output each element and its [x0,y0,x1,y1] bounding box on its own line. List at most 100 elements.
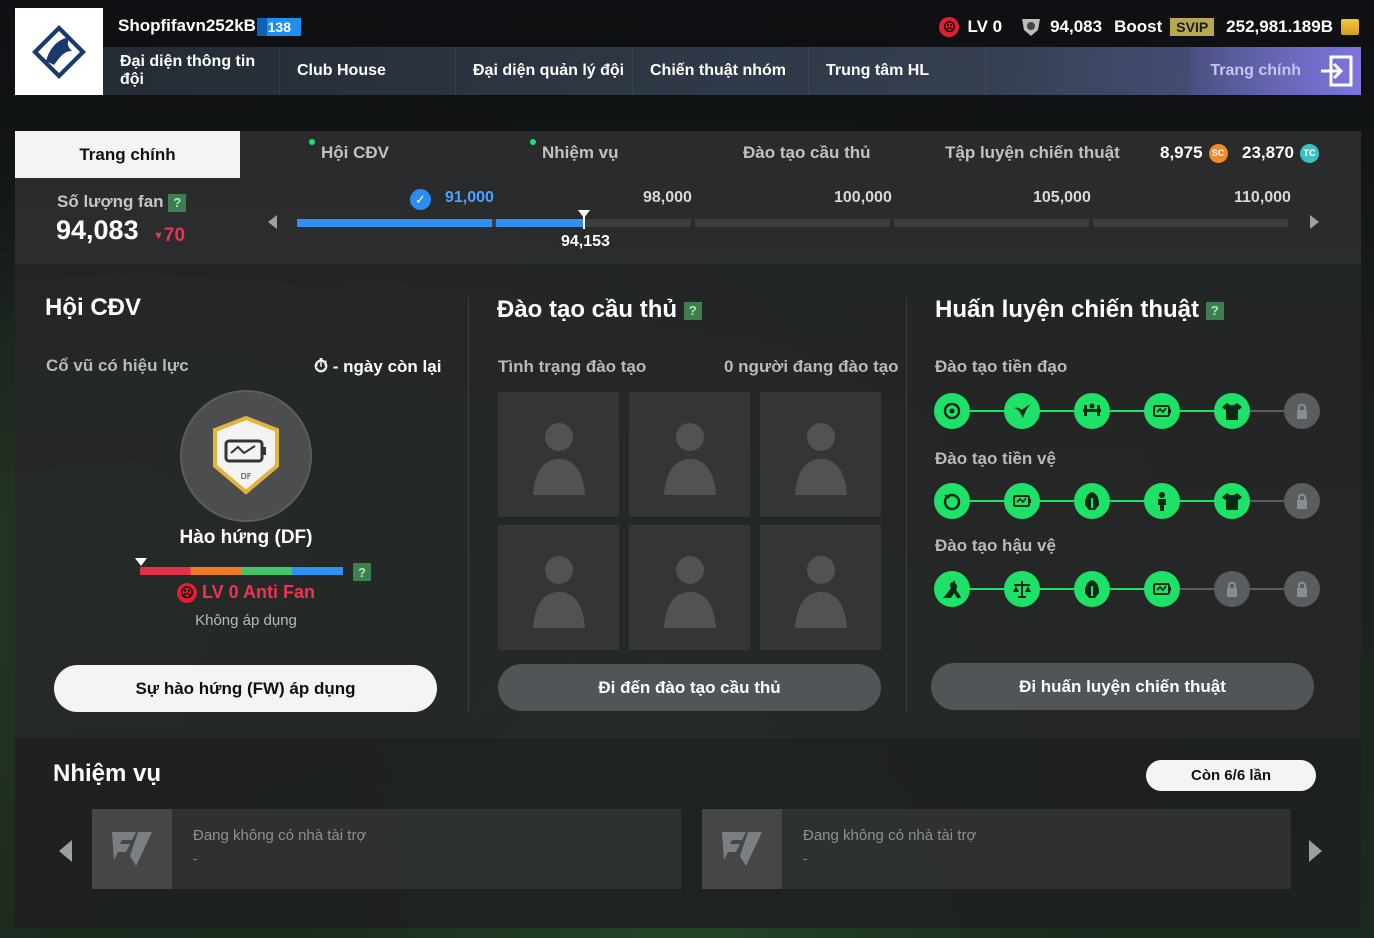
scale-icon[interactable] [1004,571,1040,607]
sad-face-icon: ☹ [176,583,197,604]
fan-delta: ▼70 [153,225,185,247]
days-left: ⏱ - ngày còn lại [314,356,441,377]
mission-sub: - [193,851,198,866]
anti-fan-marker [135,558,147,566]
mission-card[interactable]: Đang không có nhà tài trợ - [92,809,681,889]
help-button[interactable]: ? [1205,301,1224,320]
training-slot[interactable] [760,525,881,650]
nav-team-manager[interactable]: Đại diện quản lý đội [456,47,633,95]
skill-connector [1038,500,1076,502]
help-button[interactable]: ? [683,301,702,320]
nav-team-info[interactable]: Đại diện thông tin đội [103,47,280,95]
helmet-icon[interactable] [1074,483,1110,519]
person-icon[interactable] [1144,483,1180,519]
nav-training-center[interactable]: Trung tâm HL [809,47,986,95]
skill-connector [1248,410,1286,412]
days-left-text: - ngày còn lại [332,357,442,376]
go-tactics-button[interactable]: Đi huấn luyện chiến thuật [931,663,1314,710]
training-slot[interactable] [498,392,619,517]
svip-badge: SVIP [1170,18,1215,36]
nav-label: Đại diện thông tin đội [120,53,256,88]
training-slot[interactable] [629,525,750,650]
skill-connector [1038,588,1076,590]
tab-tactical-training[interactable]: Tập luyện chiến thuật [945,143,1120,163]
apply-buff-button[interactable]: Sự hào hứng (FW) áp dụng [54,665,437,712]
milestone: 100,000 [834,189,892,206]
header: Shopfifavn252kBP 138 ☹ LV 0 94,083 Boost… [0,0,1374,110]
fan-delta-value: 70 [163,225,186,246]
jersey-icon[interactable] [1214,393,1250,429]
tab-home[interactable]: Trang chính [15,131,240,178]
tab-fan-club[interactable]: Hội CĐV [309,139,389,163]
missions-next-icon[interactable] [1309,840,1322,862]
divider [468,297,469,712]
skill-connector [1038,410,1076,412]
skill-connector [968,500,1006,502]
cheer-label: Cổ vũ có hiệu lực [46,356,189,375]
home-button[interactable]: Trang chính [1191,47,1361,95]
stopwatch-icon: ⏱ [314,356,329,376]
missions-prev-icon[interactable] [59,840,72,862]
helmet-icon[interactable] [1074,571,1110,607]
not-applied: Không áp dụng [195,612,297,629]
tab-player-training[interactable]: Đào tạo cầu thủ [743,143,871,163]
battery-badge-icon: DF [213,416,279,495]
home-label: Trang chính [1210,62,1301,79]
weightlift-icon[interactable] [1074,393,1110,429]
battery-icon[interactable] [1144,393,1180,429]
tab-missions[interactable]: Nhiệm vụ [530,139,619,163]
skill-connector [1178,500,1216,502]
buff-badge[interactable]: DF [180,390,312,522]
mission-text: Đang không có nhà tài trợ [193,827,367,844]
training-slot[interactable] [629,392,750,517]
tree-label-fw: Đào tạo tiền đạo [935,357,1068,376]
prev-arrow-icon[interactable] [268,215,277,229]
lock-icon[interactable] [1284,483,1320,519]
current-fan-value: 94,153 [561,233,610,250]
nav-club-house[interactable]: Club House [280,47,456,95]
bird-icon[interactable] [1004,393,1040,429]
kangaroo-icon[interactable] [934,571,970,607]
lock-icon[interactable] [1214,571,1250,607]
ball-kick-icon[interactable] [934,393,970,429]
buff-name: Hào hứng (DF) [179,527,313,548]
battery-icon[interactable] [1144,571,1180,607]
jersey-icon[interactable] [1214,483,1250,519]
anti-fan-text: LV 0 Anti Fan [202,582,316,602]
level-badge: 138 [257,18,301,36]
fan-mood-bar [140,567,343,575]
nav-label: Đại diện quản lý đội [473,62,625,79]
skill-tree-row [934,571,1320,607]
training-slot[interactable] [760,392,881,517]
fan-count-value: 94,083 [56,215,139,245]
go-training-button[interactable]: Đi đến đào tạo cầu thủ [498,664,881,711]
nav-group-tactics[interactable]: Chiến thuật nhóm [633,47,809,95]
ball-dribble-icon[interactable] [934,483,970,519]
username: Shopfifavn252kBP [118,16,268,35]
skill-connector [1178,410,1216,412]
tactics-title: Huấn luyện chiến thuật ? [935,296,1224,324]
next-arrow-icon[interactable] [1310,215,1319,229]
main-panel: Hội CĐV Cổ vũ có hiệu lực ⏱ - ngày còn l… [15,264,1361,738]
training-title-text: Đào tạo cầu thủ [497,296,678,323]
battery-icon[interactable] [1004,483,1040,519]
progress-gap [492,219,496,227]
lock-icon[interactable] [1284,393,1320,429]
remaining-count[interactable]: Còn 6/6 lần [1146,760,1316,791]
training-status-label: Tình trạng đào tạo [498,357,647,376]
sc-value: 8,975 [1160,143,1203,162]
mission-card[interactable]: Đang không có nhà tài trợ - [702,809,1291,889]
tc-coin-icon: TC [1300,143,1319,163]
club-logo[interactable] [15,8,103,95]
tc-currency: 23,870 TC [1242,143,1319,163]
fc-logo-icon [702,809,782,889]
skill-connector [1248,588,1286,590]
milestone: 105,000 [1033,189,1091,206]
milestone: 98,000 [643,189,692,206]
help-button[interactable]: ? [353,563,371,581]
lock-icon[interactable] [1284,571,1320,607]
training-slot[interactable] [498,525,619,650]
help-button[interactable]: ? [168,193,187,212]
skill-connector [1178,588,1216,590]
missions-title: Nhiệm vụ [53,760,162,787]
